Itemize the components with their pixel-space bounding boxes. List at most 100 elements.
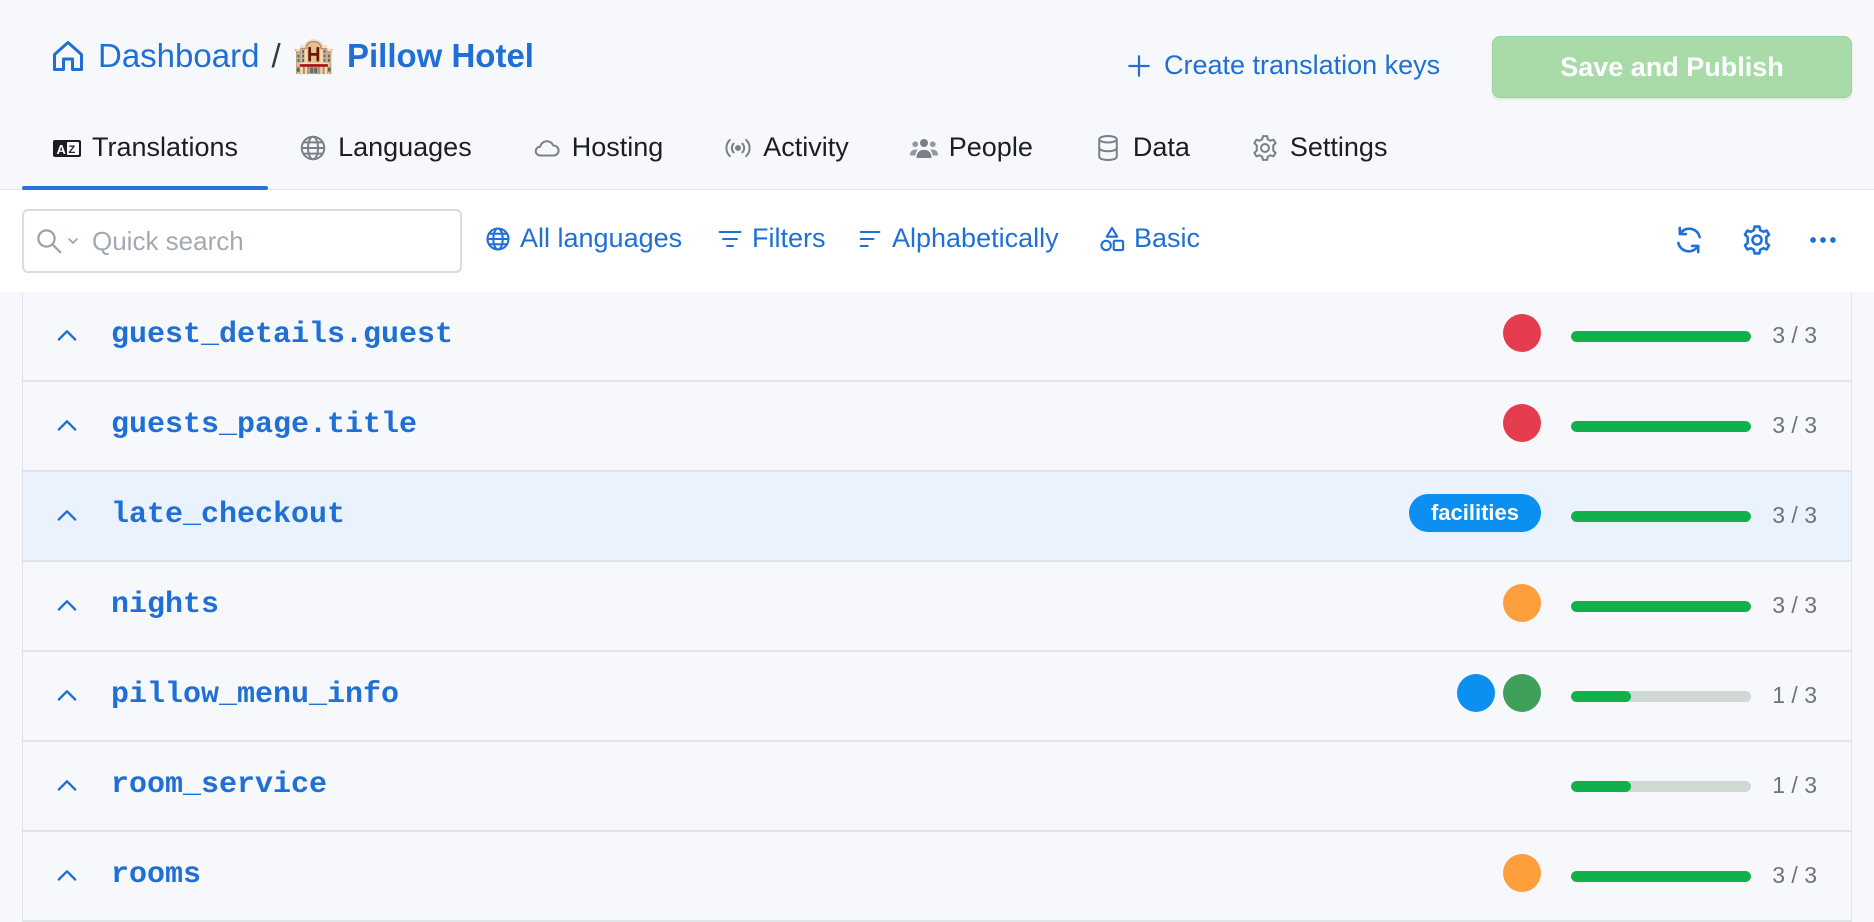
tag-badges [1503,584,1541,622]
globe-icon [300,135,326,161]
translation-count: 3 / 3 [1772,502,1817,528]
chevron-up-icon[interactable] [53,412,81,440]
all-languages-label: All languages [520,223,683,253]
progress-fill [1571,421,1751,432]
tag-dot[interactable] [1503,584,1541,622]
tab-data-label: Data [1132,132,1190,162]
translation-key[interactable]: pillow_menu_info [111,678,399,712]
progress-fill [1571,871,1751,882]
tag-badge[interactable]: facilities [1408,494,1541,532]
translation-key[interactable]: guests_page.title [111,408,417,442]
translation-key[interactable]: guest_details.guest [111,318,453,352]
tab-hosting[interactable]: Hosting [502,120,694,190]
breadcrumb-dashboard-link[interactable]: Dashboard [98,37,259,75]
project-name[interactable]: Pillow Hotel [347,37,534,75]
tab-languages[interactable]: Languages [268,120,502,190]
tag-badges [1503,314,1541,352]
progress-fill [1571,601,1751,612]
filters-label: Filters [752,223,826,253]
view-mode-label: Basic [1134,223,1201,253]
tab-settings-label: Settings [1289,132,1388,162]
sort-button[interactable]: Alphabetically [856,223,1059,254]
breadcrumb: Dashboard / 🏨 Pillow Hotel [50,36,534,76]
svg-text:Z: Z [69,144,76,156]
tab-activity-label: Activity [763,132,849,162]
tag-badges: facilities [1408,494,1541,532]
database-icon [1098,135,1118,162]
more-options-icon[interactable] [1806,223,1840,257]
translation-count: 3 / 3 [1772,412,1817,438]
chevron-up-icon[interactable] [53,322,81,350]
progress-bar [1571,691,1751,702]
translation-key[interactable]: nights [111,588,219,622]
tag-dot[interactable] [1503,314,1541,352]
chevron-up-icon[interactable] [53,862,81,890]
table-row[interactable]: room_service 1 / 3 [22,742,1852,832]
table-row[interactable]: late_checkout facilities 3 / 3 [22,472,1852,562]
filters-button[interactable]: Filters [716,223,826,254]
search-input[interactable] [90,224,430,258]
tab-translations-label: Translations [92,132,239,162]
tab-data[interactable]: Data [1063,120,1220,190]
search-icon [37,229,62,254]
progress-bar [1571,601,1751,612]
chevron-up-icon[interactable] [53,772,81,800]
translate-icon: A Z [53,140,81,157]
progress-bar [1571,781,1751,792]
table-row[interactable]: nights 3 / 3 [22,562,1852,652]
breadcrumb-separator: / [271,37,281,74]
table-row[interactable]: guests_page.title 3 / 3 [22,382,1852,472]
save-and-publish-button[interactable]: Save and Publish [1492,36,1852,98]
translation-count: 1 / 3 [1772,772,1817,798]
chevron-up-icon[interactable] [53,592,81,620]
plus-icon [1128,54,1150,77]
translation-count: 1 / 3 [1772,682,1817,708]
tab-activity[interactable]: Activity [693,120,879,190]
table-row[interactable]: guest_details.guest 3 / 3 [22,292,1852,382]
translation-key[interactable]: rooms [111,858,201,892]
translation-key[interactable]: late_checkout [111,498,345,532]
tab-people-label: People [948,132,1033,162]
tag-dot[interactable] [1503,404,1541,442]
progress-bar [1571,511,1751,522]
tag-badges [1503,854,1541,892]
table-row[interactable]: rooms 3 / 3 [22,832,1852,922]
translation-count: 3 / 3 [1772,322,1817,348]
tag-dot[interactable] [1503,854,1541,892]
refresh-icon[interactable] [1672,223,1706,257]
shapes-icon [1100,226,1125,251]
tab-settings[interactable]: Settings [1220,120,1418,190]
tab-people[interactable]: People [879,120,1063,190]
tab-hosting-label: Hosting [571,132,664,162]
tab-translations[interactable]: A Z Translations [22,120,269,190]
translation-key-list: guest_details.guest 3 / 3 guests_page.titl… [22,292,1852,922]
tag-badges [1503,404,1541,442]
progress-bar [1571,331,1751,342]
progress-bar [1571,871,1751,882]
table-row[interactable]: pillow_menu_info 1 / 3 [22,652,1852,742]
tag-dot[interactable] [1457,674,1495,712]
main-tabs: A Z Translations Languages Hosting Activ… [22,120,1417,190]
translation-key[interactable]: room_service [111,768,327,802]
chevron-up-icon[interactable] [53,682,81,710]
list-toolbar: All languages Filters Alphabetically Bas… [0,190,1874,292]
all-languages-button[interactable]: All languages [484,223,682,254]
progress-fill [1571,781,1631,792]
progress-fill [1571,511,1751,522]
progress-fill [1571,691,1631,702]
view-mode-button[interactable]: Basic [1098,223,1200,254]
sort-icon [859,230,881,247]
progress-fill [1571,331,1751,342]
create-translation-keys-button[interactable]: Create translation keys [1126,50,1440,81]
home-icon[interactable] [50,38,86,74]
translation-count: 3 / 3 [1772,862,1817,888]
progress-bar [1571,421,1751,432]
svg-text:A: A [57,142,67,157]
gear-icon[interactable] [1740,223,1774,257]
chevron-up-icon[interactable] [53,502,81,530]
create-translation-keys-label: Create translation keys [1164,50,1441,80]
cloud-icon [534,140,560,157]
quick-search[interactable] [22,209,462,273]
tag-dot[interactable] [1503,674,1541,712]
chevron-down-icon[interactable] [66,234,80,248]
